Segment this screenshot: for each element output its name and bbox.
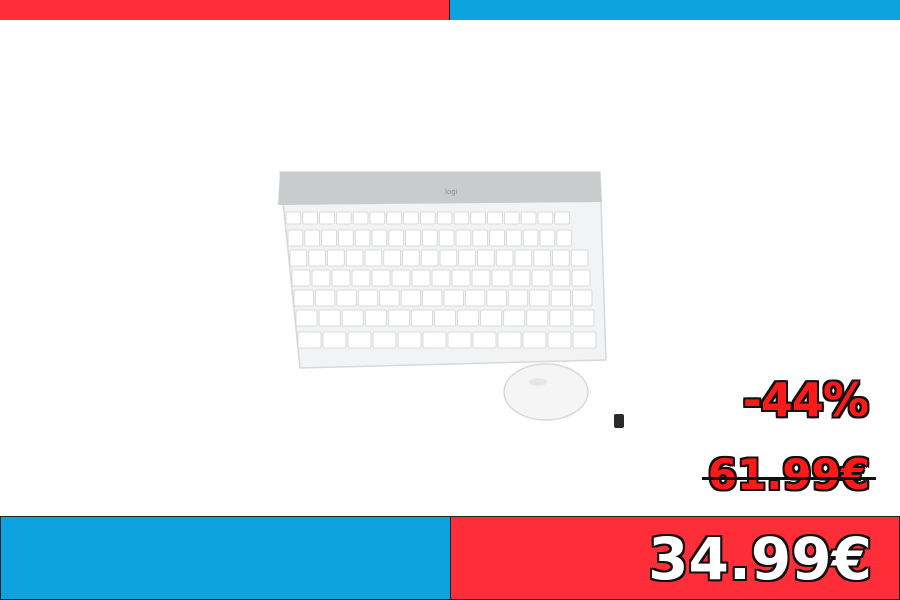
old-price: 61.99€ [701, 450, 876, 499]
top-left-red-bar [0, 0, 449, 20]
usb-receiver-icon [614, 414, 624, 428]
keyboard-mouse-image: logi [278, 171, 624, 428]
new-price: 34.99€ [648, 525, 872, 593]
mouse-icon [503, 363, 589, 421]
top-right-blue-bar [449, 0, 900, 20]
keyboard-icon: logi [278, 171, 607, 369]
strikethrough-line [701, 477, 876, 480]
bottom-left-blue-bar [0, 516, 451, 600]
old-price-value: 61.99€ [707, 450, 870, 499]
svg-text:logi: logi [445, 188, 458, 196]
discount-label: -44% [742, 373, 869, 427]
